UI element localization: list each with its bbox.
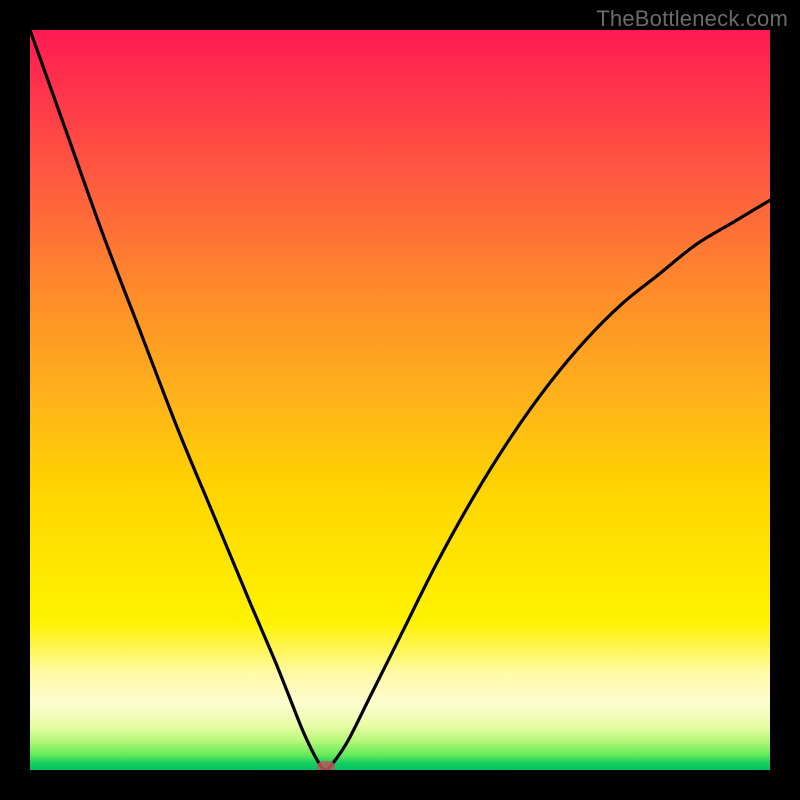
watermark-text: TheBottleneck.com — [596, 6, 788, 32]
plot-area — [30, 30, 770, 770]
curve-path — [30, 30, 770, 770]
bottleneck-curve — [30, 30, 770, 770]
optimal-point-marker — [317, 761, 335, 770]
chart-frame: TheBottleneck.com — [0, 0, 800, 800]
